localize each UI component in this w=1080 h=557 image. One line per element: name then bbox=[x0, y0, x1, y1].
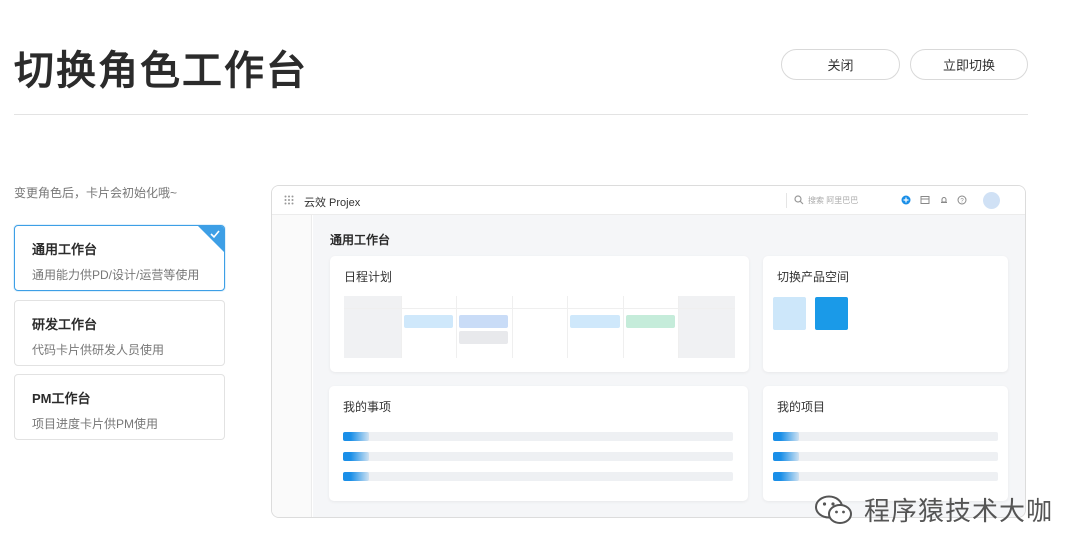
widget-title: 我的事项 bbox=[343, 400, 392, 414]
watermark: 程序猿技术大咖 bbox=[814, 491, 1053, 528]
schedule-widget: 日程计划 bbox=[330, 256, 749, 372]
day-column bbox=[512, 296, 513, 358]
bell-icon bbox=[941, 197, 947, 203]
calendar-event bbox=[570, 315, 620, 328]
role-desc: 通用能力供PD/设计/运营等使用 bbox=[32, 268, 200, 282]
day-column bbox=[456, 296, 457, 358]
add-icon bbox=[901, 195, 911, 205]
reset-hint: 变更角色后，卡片会初始化哦~ bbox=[14, 186, 178, 200]
role-desc: 代码卡片供研发人员使用 bbox=[32, 343, 165, 357]
preview-brand: 云效 Projex bbox=[304, 197, 361, 209]
preview-topbar: 云效 Projex 搜索 阿里巴巴 ? bbox=[272, 186, 1025, 215]
day-column bbox=[678, 296, 679, 358]
role-card-general[interactable]: 通用工作台 通用能力供PD/设计/运营等使用 bbox=[14, 225, 225, 291]
search-placeholder: 搜索 阿里巴巴 bbox=[808, 196, 859, 205]
switch-now-button[interactable]: 立即切换 bbox=[910, 49, 1028, 80]
product-space-widget: 切换产品空间 bbox=[763, 256, 1008, 372]
calendar-event bbox=[626, 315, 675, 328]
close-button[interactable]: 关闭 bbox=[781, 49, 900, 80]
wechat-icon bbox=[815, 495, 852, 524]
task-row bbox=[343, 432, 733, 441]
search-icon bbox=[794, 195, 804, 205]
workspace-preview: 云效 Projex 搜索 阿里巴巴 ? 通用工作台 日程计划 切换产品空间 我的… bbox=[271, 185, 1026, 518]
project-row bbox=[773, 432, 998, 441]
header-divider bbox=[14, 114, 1028, 115]
calendar-event bbox=[459, 315, 508, 328]
watermark-text: 程序猿技术大咖 bbox=[864, 496, 1054, 526]
topbar-separator bbox=[786, 193, 787, 208]
avatar bbox=[983, 192, 1000, 209]
calendar-icon bbox=[920, 196, 930, 204]
my-projects-widget: 我的项目 bbox=[763, 386, 1008, 501]
day-column bbox=[623, 296, 624, 358]
role-name: 研发工作台 bbox=[32, 317, 98, 332]
project-row bbox=[773, 472, 998, 481]
role-desc: 项目进度卡片供PM使用 bbox=[32, 417, 159, 431]
widget-title: 切换产品空间 bbox=[777, 270, 850, 284]
app-grid-icon bbox=[284, 195, 294, 205]
workspace-title: 通用工作台 bbox=[330, 233, 391, 247]
widget-title: 日程计划 bbox=[344, 270, 393, 284]
preview-main: 通用工作台 日程计划 切换产品空间 我的事项 我的项目 bbox=[313, 215, 1025, 517]
calendar-grid bbox=[344, 296, 735, 358]
help-icon: ? bbox=[957, 195, 967, 205]
calendar-event bbox=[459, 331, 508, 344]
project-row bbox=[773, 452, 998, 461]
calendar-header bbox=[344, 296, 735, 309]
product-space-tile bbox=[773, 297, 806, 330]
widget-title: 我的项目 bbox=[777, 400, 826, 414]
selected-check-icon bbox=[198, 226, 224, 252]
calendar-event bbox=[404, 315, 453, 328]
day-column bbox=[401, 296, 402, 358]
role-card-dev[interactable]: 研发工作台 代码卡片供研发人员使用 bbox=[14, 300, 225, 366]
task-row bbox=[343, 472, 733, 481]
my-tasks-widget: 我的事项 bbox=[329, 386, 748, 501]
preview-sidebar bbox=[272, 215, 312, 517]
role-name: PM工作台 bbox=[32, 391, 91, 406]
day-column bbox=[567, 296, 568, 358]
task-row bbox=[343, 452, 733, 461]
role-name: 通用工作台 bbox=[32, 242, 98, 257]
role-card-pm[interactable]: PM工作台 项目进度卡片供PM使用 bbox=[14, 374, 225, 440]
product-space-tile bbox=[815, 297, 848, 330]
page-title: 切换角色工作台 bbox=[14, 49, 308, 93]
